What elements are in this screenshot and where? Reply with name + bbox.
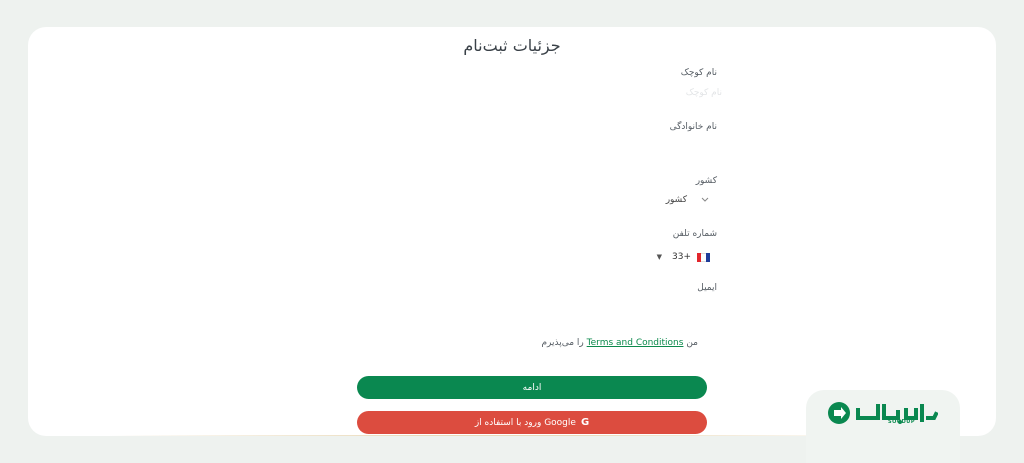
- terms-prefix: من: [686, 338, 698, 348]
- phone-number-input[interactable]: [582, 249, 651, 265]
- page-title: جزئیات ثبت‌نام: [463, 36, 561, 55]
- terms-suffix: را می‌پذیرم: [541, 338, 584, 348]
- phone-label: شماره تلفن: [672, 229, 717, 239]
- terms-checkbox-label[interactable]: من Terms and Conditions را می‌پذیرم: [541, 338, 698, 348]
- terms-link[interactable]: Terms and Conditions: [587, 338, 684, 348]
- first-name-input[interactable]: [358, 82, 726, 104]
- google-signin-button[interactable]: ورود با استفاده از Google G: [357, 411, 707, 434]
- brand-logo[interactable]: SOODUP: [806, 390, 960, 463]
- email-label: ایمیل: [697, 283, 717, 293]
- phone-country-code: +33: [672, 252, 691, 262]
- france-flag-icon: [697, 252, 710, 262]
- google-button-label: ورود با استفاده از Google: [474, 417, 576, 428]
- country-label: کشور: [695, 176, 717, 186]
- first-name-label: نام کوچک: [680, 68, 717, 78]
- country-select[interactable]: کشور: [666, 195, 709, 205]
- last-name-input[interactable]: [358, 137, 726, 159]
- phone-country-caret-icon[interactable]: ▼: [657, 253, 662, 261]
- phone-field[interactable]: +33 ▼: [582, 249, 710, 265]
- email-input[interactable]: [358, 299, 726, 321]
- brand-logo-text: SOODUP: [888, 419, 915, 425]
- soodup-logo-icon: [828, 402, 938, 424]
- registration-card: جزئیات ثبت‌نام نام کوچک نام خانوادگی کشو…: [28, 27, 996, 436]
- last-name-label: نام خانوادگی: [669, 122, 717, 132]
- continue-button[interactable]: ادامه: [357, 376, 707, 399]
- country-select-value: کشور: [665, 195, 687, 205]
- country-chevron-down-icon: [701, 195, 709, 205]
- footer-divider: [108, 435, 886, 436]
- continue-button-label: ادامه: [522, 382, 542, 393]
- google-icon: G: [580, 417, 590, 428]
